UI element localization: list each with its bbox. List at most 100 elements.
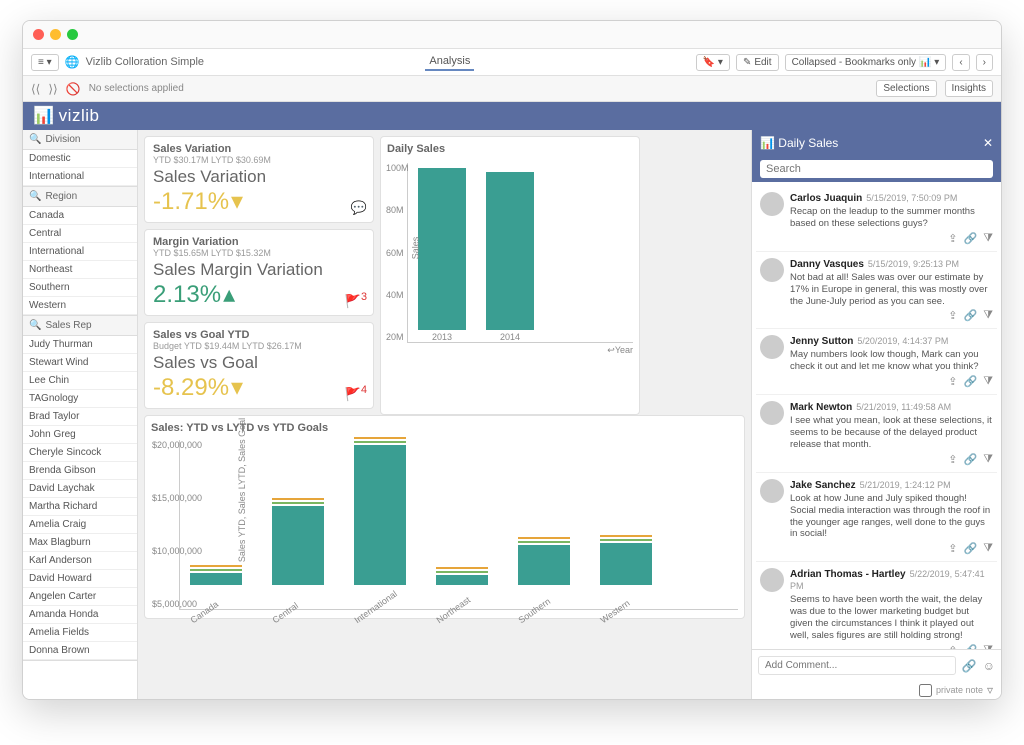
- nav-back[interactable]: ‹: [952, 54, 969, 71]
- comment-item: Adrian Thomas - Hartley5/22/2019, 5:47:4…: [756, 562, 997, 649]
- sidebar-item-rep[interactable]: Martha Richard: [23, 498, 137, 516]
- division-head[interactable]: 🔍 Division: [23, 130, 137, 150]
- sidebar-item-region[interactable]: Central: [23, 225, 137, 243]
- selections-bar: ⟨⟨ ⟩⟩ 🚫 No selections applied Selections…: [23, 76, 1001, 102]
- close-icon[interactable]: ✕: [983, 136, 993, 150]
- chart-bar[interactable]: Western: [600, 535, 652, 609]
- private-note-row: private note ▿: [752, 681, 1001, 699]
- filter-icon[interactable]: ⧩: [983, 232, 993, 245]
- chart-bar[interactable]: 2013: [418, 168, 466, 342]
- sidebar-item-rep[interactable]: Brad Taylor: [23, 408, 137, 426]
- bookmarks-collapsed[interactable]: Collapsed - Bookmarks only 📊 ▾: [785, 54, 947, 71]
- private-label: private note: [936, 685, 983, 695]
- link-icon[interactable]: 🔗: [963, 542, 977, 555]
- share-icon[interactable]: ⇪: [948, 453, 957, 466]
- body: 🔍 Division DomesticInternational 🔍 Regio…: [23, 130, 1001, 699]
- sidebar-item-rep[interactable]: Cheryle Sincock: [23, 444, 137, 462]
- chart-bar[interactable]: 2014: [486, 172, 534, 342]
- insights-label: Insights: [952, 83, 986, 94]
- flag-badge-icon[interactable]: 🚩4: [345, 384, 367, 402]
- sidebar-item-rep[interactable]: David Howard: [23, 570, 137, 588]
- link-icon[interactable]: 🔗: [963, 309, 977, 322]
- close-dot[interactable]: [33, 29, 44, 40]
- sidebar-item-region[interactable]: Northeast: [23, 261, 137, 279]
- filter-icon[interactable]: ▿: [987, 683, 993, 697]
- region-head-label: Region: [45, 191, 77, 202]
- minimize-dot[interactable]: [50, 29, 61, 40]
- tab-analysis[interactable]: Analysis: [425, 53, 474, 71]
- sidebar-item-rep[interactable]: David Laychak: [23, 480, 137, 498]
- metric-value: -8.29%▾: [153, 373, 365, 402]
- link-icon[interactable]: 🔗: [963, 232, 977, 245]
- comment-author: Adrian Thomas - Hartley: [790, 569, 906, 580]
- filter-icon[interactable]: ⧩: [983, 375, 993, 388]
- sel-clear-icon[interactable]: 🚫: [66, 82, 81, 96]
- rep-head[interactable]: 🔍 Sales Rep: [23, 316, 137, 336]
- menu-button[interactable]: ≡ ▾: [31, 54, 59, 71]
- share-icon[interactable]: 🔗: [962, 659, 977, 673]
- add-comment-input[interactable]: [758, 656, 956, 675]
- comment-icon[interactable]: 💬: [351, 200, 367, 216]
- insights-button[interactable]: Insights: [945, 80, 993, 97]
- no-selections: No selections applied: [89, 83, 184, 94]
- edit-button[interactable]: ✎ Edit: [736, 54, 779, 71]
- sales-ytd-chart: Sales: YTD vs LYTD vs YTD Goals $20,000,…: [144, 415, 745, 619]
- link-icon[interactable]: 🔗: [963, 375, 977, 388]
- sidebar-item-rep[interactable]: John Greg: [23, 426, 137, 444]
- comment-text: Seems to have been worth the wait, the d…: [790, 594, 993, 642]
- up-caret-icon: ▴: [223, 280, 235, 309]
- metric-value: 2.13%▴: [153, 280, 365, 309]
- sidebar-item-rep[interactable]: Amelia Fields: [23, 624, 137, 642]
- sel-back-icon[interactable]: ⟨⟨: [31, 82, 40, 96]
- link-icon[interactable]: 🔗: [963, 453, 977, 466]
- maximize-dot[interactable]: [67, 29, 78, 40]
- search-input[interactable]: [760, 160, 993, 178]
- edit-label: Edit: [754, 57, 771, 68]
- sidebar-item-rep[interactable]: Judy Thurman: [23, 336, 137, 354]
- filter-icon[interactable]: ⧩: [983, 453, 993, 466]
- comment-text: I see what you mean, look at these selec…: [790, 415, 993, 451]
- region-head[interactable]: 🔍 Region: [23, 187, 137, 207]
- filter-icon[interactable]: ⧩: [983, 309, 993, 322]
- comment-text: Recap on the leadup to the summer months…: [790, 206, 993, 230]
- sel-fwd-icon[interactable]: ⟩⟩: [48, 82, 57, 96]
- sidebar-item-rep[interactable]: Angelen Carter: [23, 588, 137, 606]
- sidebar-item-region[interactable]: Southern: [23, 279, 137, 297]
- comment-text: Look at how June and July spiked though!…: [790, 493, 993, 541]
- sidebar-item-rep[interactable]: Brenda Gibson: [23, 462, 137, 480]
- sidebar-item-rep[interactable]: Amelia Craig: [23, 516, 137, 534]
- emoji-icon[interactable]: ☺: [983, 659, 995, 673]
- sidebar-item-rep[interactable]: TAGnology: [23, 390, 137, 408]
- sidebar-item-region[interactable]: Canada: [23, 207, 137, 225]
- sidebar-item-rep[interactable]: Amanda Honda: [23, 606, 137, 624]
- share-icon[interactable]: ⇪: [948, 375, 957, 388]
- chart-bar[interactable]: International: [354, 437, 406, 609]
- private-checkbox[interactable]: [919, 684, 932, 697]
- nav-fwd[interactable]: ›: [976, 54, 993, 71]
- flag-badge-icon[interactable]: 🚩3: [345, 291, 367, 309]
- sidebar-item-rep[interactable]: Karl Anderson: [23, 552, 137, 570]
- sidebar-item-region[interactable]: Western: [23, 297, 137, 315]
- sidebar-item-rep[interactable]: Stewart Wind: [23, 354, 137, 372]
- metric-label: Sales Margin Variation: [153, 260, 365, 280]
- metric-label: Sales vs Goal: [153, 353, 365, 373]
- metric-value: -1.71%▾: [153, 187, 365, 216]
- bookmark-button[interactable]: 🔖 ▾: [696, 54, 730, 71]
- share-icon[interactable]: ⇪: [948, 542, 957, 555]
- sidebar-item-division[interactable]: International: [23, 168, 137, 186]
- sales-vs-goal-panel: Sales vs Goal YTD Budget YTD $19.44M LYT…: [144, 322, 374, 409]
- sidebar-item-region[interactable]: International: [23, 243, 137, 261]
- filter-icon[interactable]: ⧩: [983, 542, 993, 555]
- share-icon[interactable]: ⇪: [948, 232, 957, 245]
- chart-bar[interactable]: Northeast: [436, 567, 488, 609]
- comment-author: Carlos Juaquin: [790, 193, 862, 204]
- share-icon[interactable]: ⇪: [948, 309, 957, 322]
- sidebar-item-division[interactable]: Domestic: [23, 150, 137, 168]
- selections-button[interactable]: Selections: [876, 80, 936, 97]
- sidebar-item-rep[interactable]: Max Blagburn: [23, 534, 137, 552]
- sidebar: 🔍 Division DomesticInternational 🔍 Regio…: [23, 130, 138, 699]
- sidebar-item-rep[interactable]: Donna Brown: [23, 642, 137, 660]
- chart-bar[interactable]: Central: [272, 498, 324, 609]
- sidebar-item-rep[interactable]: Lee Chin: [23, 372, 137, 390]
- chart-bar[interactable]: Southern: [518, 537, 570, 609]
